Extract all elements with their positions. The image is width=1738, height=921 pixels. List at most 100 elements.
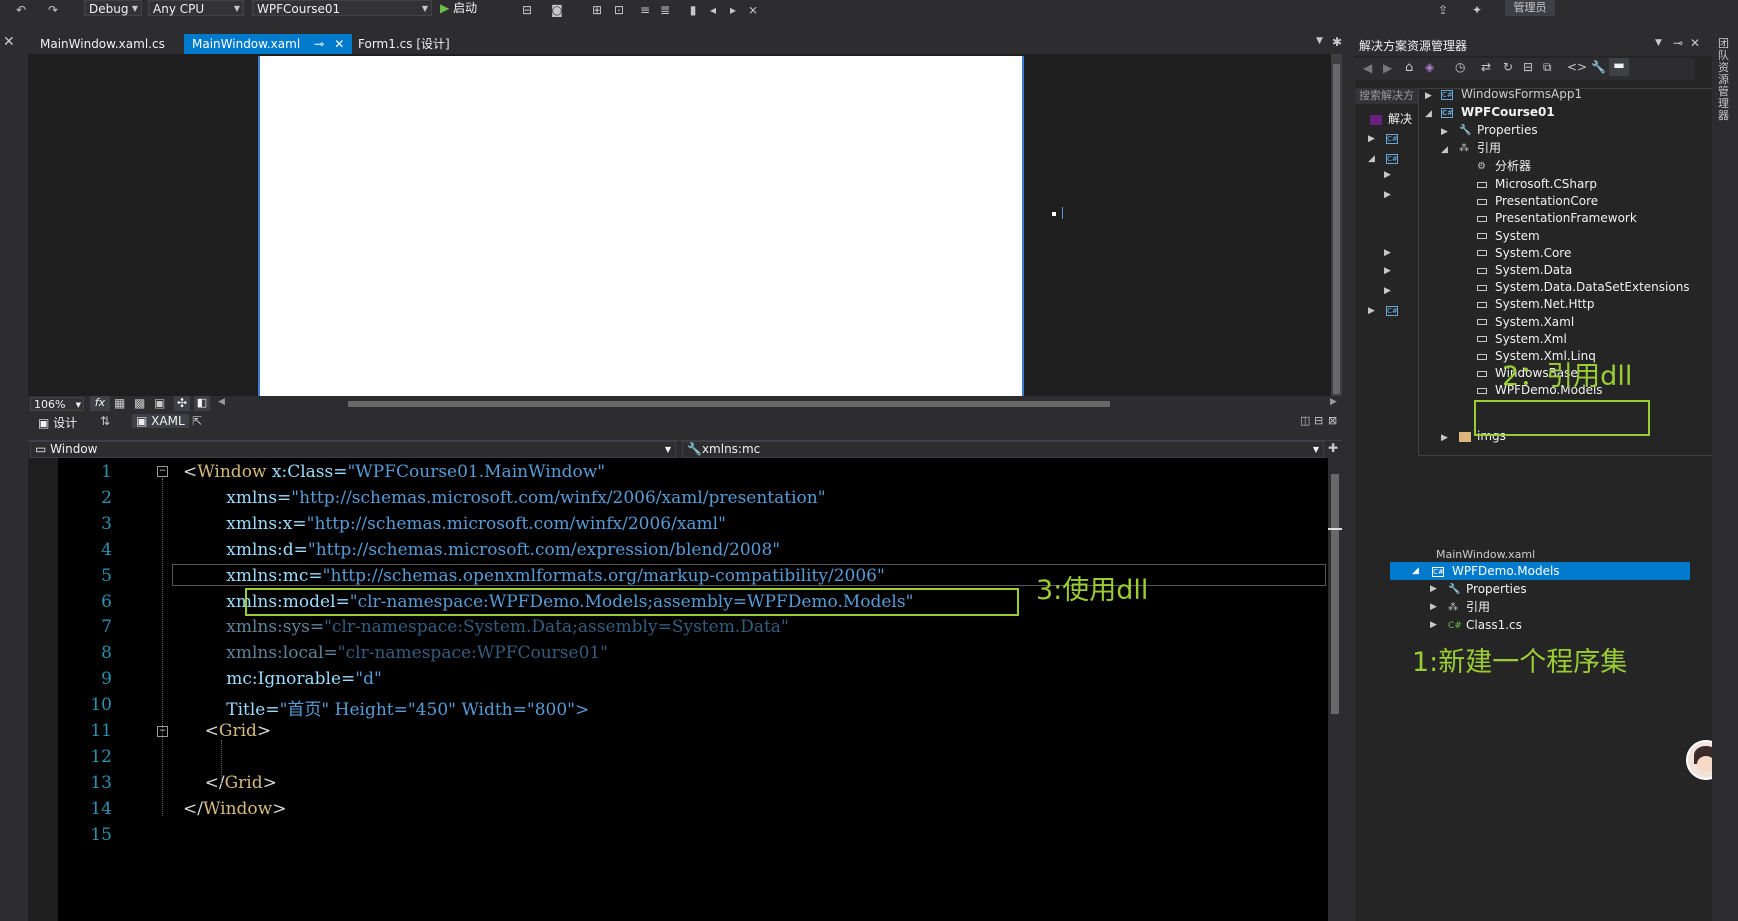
expand-icon[interactable]: ▶ (1384, 170, 1391, 180)
bookmark-next-icon[interactable]: ▸ (726, 3, 740, 17)
layout-icon[interactable]: ⊞ (590, 3, 604, 17)
tree-item-wpfdemo-models[interactable]: C# WPFDemo.Models (1432, 562, 1560, 580)
expand-icon[interactable]: ▶ (1384, 248, 1391, 258)
indent-icon[interactable]: ≡ (638, 3, 652, 17)
editor-vscroll[interactable] (1328, 458, 1342, 921)
refresh-icon[interactable]: ↻ (1503, 60, 1513, 74)
tree-item-windowsformsapp1[interactable]: C# WindowsFormsApp1 (1441, 85, 1582, 103)
tree-solution-row[interactable]: 解决 (1370, 110, 1412, 128)
outdent-icon[interactable]: ≣ (658, 3, 672, 17)
camera-icon[interactable]: ◙ (550, 3, 564, 17)
panel-dropdown-icon[interactable]: ▼ (1655, 38, 1662, 48)
code-line[interactable]: xmlns:x="http://schemas.microsoft.com/wi… (183, 514, 726, 534)
code-line[interactable]: Title="首页" Height="450" Width="800"> (183, 695, 589, 720)
code-line[interactable]: </Window> (183, 799, 286, 819)
collapse-icon[interactable]: ◢ (1368, 154, 1375, 164)
horizontal-split-icon[interactable]: ⊟ (1314, 414, 1323, 427)
tree-item-reference[interactable]: System.Xml (1477, 330, 1567, 348)
design-tab[interactable]: ▣ 设计 (38, 414, 77, 431)
config-select[interactable]: Debug ▼ (84, 0, 142, 16)
close-tab-icon[interactable]: ✕ (334, 37, 344, 51)
scroll-left-icon[interactable]: ◀ (218, 397, 225, 407)
gear-icon[interactable]: ✱ (1332, 35, 1342, 49)
scroll-thumb[interactable] (1331, 474, 1339, 714)
expand-icon[interactable]: ▶ (1441, 127, 1448, 137)
close-icon[interactable]: ✕ (1690, 36, 1700, 50)
tree-item-reference[interactable]: PresentationFramework (1477, 209, 1637, 227)
vertical-split-icon[interactable]: ◫ (1300, 414, 1310, 427)
code-line[interactable]: xmlns:local="clr-namespace:WPFCourse01" (183, 643, 608, 663)
vs-switch-icon[interactable]: ◈ (1425, 60, 1434, 74)
expand-icon[interactable]: ▶ (1384, 190, 1391, 200)
home-icon[interactable]: ⌂ (1405, 60, 1413, 75)
grid-icon[interactable]: ▦ (114, 396, 125, 410)
expand-icon[interactable]: ▶ (1368, 134, 1375, 144)
collapse-all-icon[interactable]: ⊟ (1523, 60, 1533, 74)
expand-icon[interactable]: ▶ (1430, 620, 1437, 630)
tree-item-reference[interactable]: System.Xaml (1477, 313, 1574, 331)
code-line[interactable]: mc:Ignorable="d" (183, 669, 382, 689)
history-icon[interactable]: ◷ (1455, 60, 1465, 74)
bookmark-icon[interactable]: ▮ (686, 3, 700, 17)
close-icon[interactable]: ✕ (3, 34, 15, 50)
swap-panes-icon[interactable]: ⇅ (100, 414, 110, 428)
undo-icon[interactable]: ↶ (14, 3, 28, 17)
pin-icon[interactable]: ⊸ (314, 37, 324, 51)
tree-item-analyzers[interactable]: ⚙ 分析器 (1477, 157, 1531, 175)
tree-item-reference[interactable]: Microsoft.CSharp (1477, 175, 1597, 193)
scroll-thumb[interactable] (1333, 64, 1340, 394)
code-line[interactable]: xmlns:d="http://schemas.microsoft.com/ex… (183, 540, 780, 560)
collapse-icon[interactable]: ◢ (1441, 145, 1448, 155)
tree-item-reference[interactable]: System.Core (1477, 244, 1571, 262)
designer-vscroll[interactable] (1331, 54, 1342, 396)
code-line[interactable]: xmlns:sys="clr-namespace:System.Data;ass… (183, 617, 789, 637)
expand-icon[interactable]: ▶ (1441, 433, 1448, 443)
expand-icon[interactable]: ▶ (1384, 286, 1391, 296)
tree-item-mainwindow-xaml[interactable]: MainWindow.xaml (1436, 546, 1535, 558)
feedback-icon[interactable]: ✦ (1470, 3, 1484, 17)
tree-item-reference[interactable]: System.Data (1477, 261, 1572, 279)
sync-icon[interactable]: ⇄ (1481, 60, 1491, 74)
code-line[interactable]: </Grid> (183, 773, 277, 793)
tab-dropdown-icon[interactable]: ▼ (1316, 36, 1323, 46)
tab-form1-design[interactable]: Form1.cs [设计] (350, 34, 458, 54)
collapse-grid-icon[interactable]: − (157, 726, 168, 737)
tree-item-wpfcourse01[interactable]: C# WPFCourse01 (1441, 103, 1555, 121)
window-design-canvas[interactable] (258, 56, 1024, 396)
code-line[interactable]: <Window x:Class="WPFCourse01.MainWindow" (183, 462, 605, 482)
tree-item-models-references[interactable]: ⁂ 引用 (1448, 598, 1490, 616)
tab-mainwindow-xaml[interactable]: MainWindow.xaml ⊸ ✕ (184, 34, 352, 54)
collapse-icon[interactable]: ◢ (1412, 566, 1419, 576)
layout2-icon[interactable]: ⊡ (612, 3, 626, 17)
tree-item-references[interactable]: ⁂ 引用 (1459, 139, 1501, 157)
tree-item-reference[interactable]: System.Data.DataSetExtensions (1477, 278, 1690, 296)
tree-item-class1[interactable]: C# Class1.cs (1448, 616, 1522, 634)
expand-icon[interactable]: ▶ (1430, 602, 1437, 612)
grid3-icon[interactable]: ▣ (154, 396, 165, 410)
collapse-window-icon[interactable]: − (157, 466, 168, 477)
split-add-icon[interactable]: ✚ (1328, 441, 1338, 455)
view-code-icon[interactable]: <> (1567, 60, 1587, 74)
redo-icon[interactable]: ↷ (46, 3, 60, 17)
expand-icon[interactable]: ▶ (1425, 91, 1432, 101)
platform-select[interactable]: Any CPU ▼ (148, 0, 244, 16)
member-select[interactable]: 🔧xmlns:mc ▼ (682, 441, 1324, 458)
xaml-tab[interactable]: ▣ XAML (132, 414, 189, 428)
expand-icon[interactable]: ▶ (1430, 584, 1437, 594)
popout-icon[interactable]: ⇱ (192, 414, 202, 428)
effects-icon[interactable]: ◧ (194, 396, 210, 411)
pin-icon[interactable]: ⊸ (1673, 36, 1683, 50)
team-explorer-tab[interactable]: 团队资源管理器 (1718, 38, 1732, 122)
startup-project-select[interactable]: WPFCourse01 ▼ (252, 0, 432, 16)
show-all-icon[interactable]: ⧉ (1543, 60, 1552, 75)
code-line[interactable]: <Grid> (183, 721, 272, 741)
collapse-icon[interactable]: ◢ (1425, 109, 1432, 119)
grid2-icon[interactable]: ▩ (134, 396, 145, 410)
expand-icon[interactable]: ▶ (1384, 266, 1391, 276)
code-line[interactable]: xmlns="http://schemas.microsoft.com/winf… (183, 488, 825, 508)
properties-wrench-icon[interactable]: 🔧 (1591, 60, 1606, 74)
fx-icon[interactable]: fx (90, 396, 110, 411)
preview-icon[interactable]: ▬ (1609, 58, 1629, 76)
tab-mainwindow-xaml-cs[interactable]: MainWindow.xaml.cs (32, 34, 173, 54)
tree-item-reference[interactable]: System (1477, 227, 1540, 245)
